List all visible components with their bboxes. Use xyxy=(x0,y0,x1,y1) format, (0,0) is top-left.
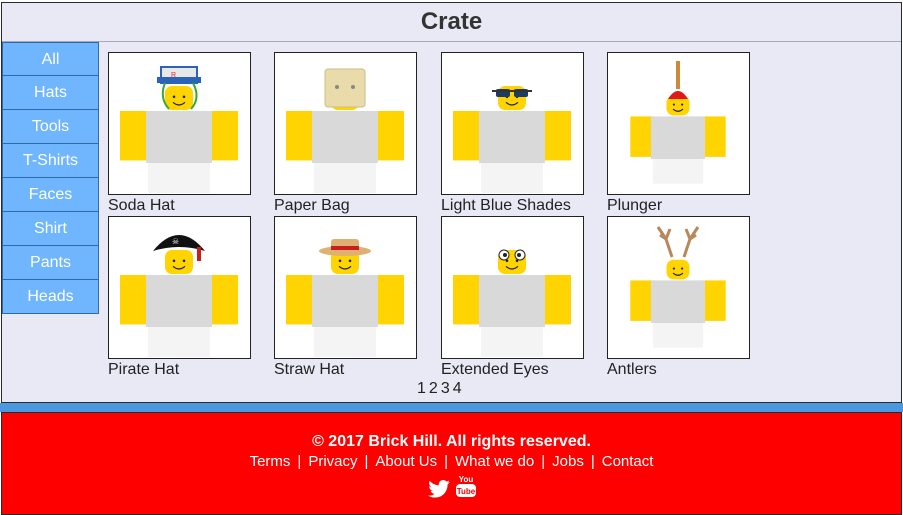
footer-link-what-we-do[interactable]: What we do xyxy=(455,453,534,470)
crate-panel: Crate All Hats Tools T-Shirts Faces Shir… xyxy=(1,2,902,403)
avatar-extended-eyes-icon xyxy=(453,249,571,357)
footer-link-about[interactable]: About Us xyxy=(375,453,437,470)
link-separator: | xyxy=(297,453,302,470)
item-card[interactable]: Extended Eyes xyxy=(441,216,585,378)
category-sidebar: All Hats Tools T-Shirts Faces Shirt Pant… xyxy=(2,42,99,314)
item-name[interactable]: Straw Hat xyxy=(274,361,418,379)
item-name[interactable]: Paper Bag xyxy=(274,197,418,215)
footer-link-jobs[interactable]: Jobs xyxy=(552,453,584,470)
sidebar-item-tools[interactable]: Tools xyxy=(2,110,99,144)
footer-links: Terms | Privacy | About Us | What we do | Jobs | C… xyxy=(2,453,901,470)
avatar-shades-icon xyxy=(453,86,571,193)
link-separator: | xyxy=(364,453,369,470)
svg-text:You: You xyxy=(458,475,473,484)
item-card[interactable]: R Soda Hat xyxy=(108,52,252,214)
avatar-straw-hat-icon xyxy=(286,239,404,357)
twitter-icon[interactable] xyxy=(427,480,450,498)
sidebar-item-tshirts[interactable]: T-Shirts xyxy=(2,144,99,178)
sidebar-item-shirt[interactable]: Shirt xyxy=(2,212,99,246)
item-name[interactable]: Light Blue Shades xyxy=(441,197,585,215)
svg-text:R: R xyxy=(171,72,176,79)
item-name[interactable]: Soda Hat xyxy=(108,197,252,215)
item-card[interactable]: Straw Hat xyxy=(274,216,418,378)
page-link-2[interactable]: 2 xyxy=(429,380,438,397)
item-thumbnail[interactable] xyxy=(607,52,750,195)
link-separator: | xyxy=(541,453,546,470)
footer-divider-band xyxy=(0,403,903,412)
item-card[interactable]: Plunger xyxy=(607,52,751,214)
item-name[interactable]: Pirate Hat xyxy=(108,361,252,379)
page-link-1[interactable]: 1 xyxy=(417,380,426,397)
item-name[interactable]: Plunger xyxy=(607,197,751,215)
sidebar-item-faces[interactable]: Faces xyxy=(2,178,99,212)
sidebar-item-hats[interactable]: Hats xyxy=(2,76,99,110)
item-thumbnail[interactable]: ☠ xyxy=(108,216,251,359)
item-card[interactable]: Antlers xyxy=(607,216,751,378)
item-thumbnail[interactable] xyxy=(274,216,417,359)
item-card[interactable]: Paper Bag xyxy=(274,52,418,214)
item-thumbnail[interactable]: R xyxy=(108,52,251,195)
avatar-plunger-icon xyxy=(630,61,726,184)
avatar-soda-hat-icon: R xyxy=(120,66,238,193)
item-name[interactable]: Antlers xyxy=(607,361,751,379)
social-links: You Tube xyxy=(2,474,901,498)
page-link-4[interactable]: 4 xyxy=(453,380,462,397)
item-card[interactable]: ☠ Pirate Hat xyxy=(108,216,252,378)
svg-text:☠: ☠ xyxy=(172,237,179,246)
youtube-icon[interactable]: You Tube xyxy=(455,474,476,498)
footer-link-terms[interactable]: Terms xyxy=(250,453,291,470)
item-thumbnail[interactable] xyxy=(441,216,584,359)
item-thumbnail[interactable] xyxy=(607,216,750,359)
item-thumbnail[interactable] xyxy=(441,52,584,195)
link-separator: | xyxy=(444,453,449,470)
sidebar-item-heads[interactable]: Heads xyxy=(2,280,99,314)
item-name[interactable]: Extended Eyes xyxy=(441,361,585,379)
page-link-3[interactable]: 3 xyxy=(441,380,450,397)
sidebar-item-pants[interactable]: Pants xyxy=(2,246,99,280)
link-separator: | xyxy=(590,453,595,470)
avatar-pirate-hat-icon: ☠ xyxy=(120,235,238,357)
svg-text:Tube: Tube xyxy=(456,487,475,496)
sidebar-item-all[interactable]: All xyxy=(2,42,99,76)
copyright-text: © 2017 Brick Hill. All rights reserved. xyxy=(312,433,591,450)
footer: © 2017 Brick Hill. All rights reserved. … xyxy=(1,412,902,515)
avatar-paper-bag-icon xyxy=(286,68,404,193)
item-card[interactable]: Light Blue Shades xyxy=(441,52,585,214)
pagination: 1234 xyxy=(417,380,465,398)
footer-link-contact[interactable]: Contact xyxy=(602,453,654,470)
page-title: Crate xyxy=(2,3,901,42)
avatar-antlers-icon xyxy=(630,226,726,348)
footer-link-privacy[interactable]: Privacy xyxy=(308,453,357,470)
item-thumbnail[interactable] xyxy=(274,52,417,195)
